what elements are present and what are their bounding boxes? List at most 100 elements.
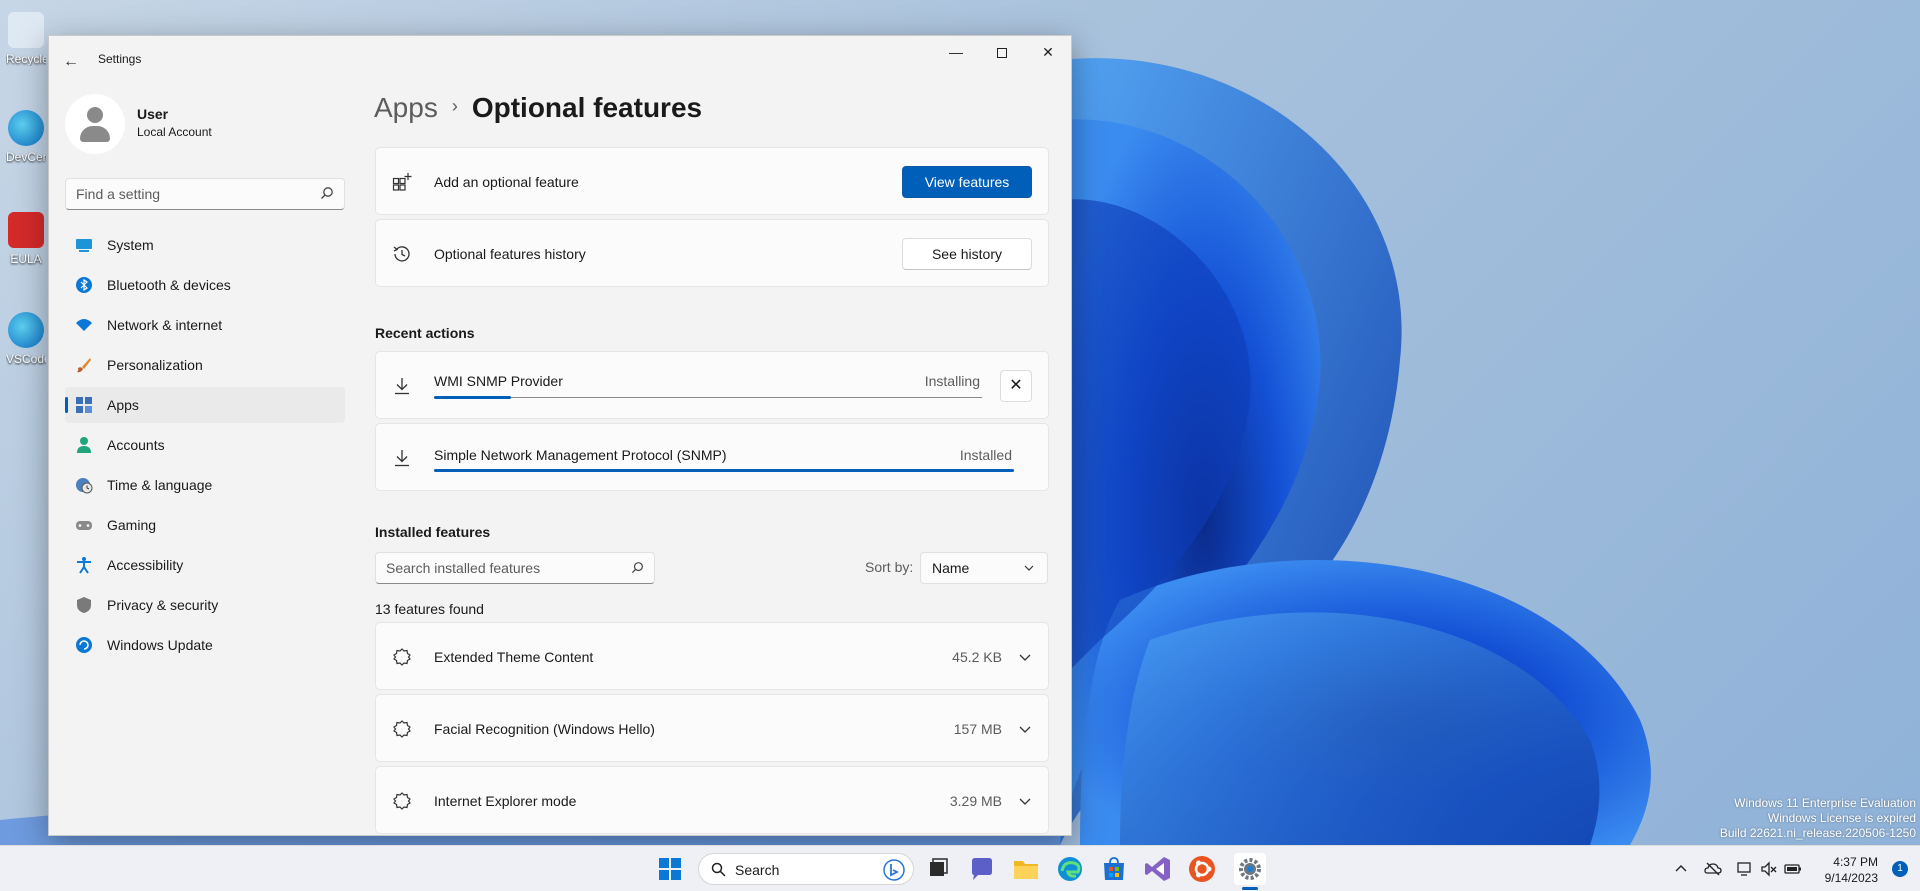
close-icon: ✕ — [1009, 377, 1023, 394]
sort-dropdown[interactable]: Name — [920, 552, 1048, 584]
wifi-icon — [76, 319, 92, 331]
minimize-button[interactable]: — — [933, 36, 979, 68]
settings-icon[interactable] — [1234, 853, 1266, 885]
title-bar: ← Settings — ✕ — [49, 36, 1071, 84]
action-feature-name: Simple Network Management Protocol (SNMP… — [434, 447, 727, 463]
feature-size: 3.29 MB — [949, 793, 1002, 809]
see-history-button[interactable]: See history — [902, 238, 1032, 270]
recycle-bin-icon — [8, 12, 44, 48]
sidebar-item-accessibility[interactable]: Accessibility — [65, 547, 345, 583]
chevron-down-icon[interactable] — [1018, 794, 1032, 808]
store-icon[interactable] — [1098, 853, 1130, 885]
desktop-icon-recycle-bin[interactable]: Recycle Bin — [6, 12, 46, 66]
desktop-icon-devcenter[interactable]: DevCenter — [6, 110, 46, 164]
search-installed-input[interactable] — [376, 553, 616, 583]
sidebar-item-label: Bluetooth & devices — [107, 277, 231, 293]
volume-icon[interactable] — [1760, 860, 1778, 878]
maximize-button[interactable] — [979, 36, 1025, 68]
chevron-right-icon: › — [451, 96, 458, 116]
sidebar-nav: System Bluetooth & devices Network & int… — [65, 227, 345, 667]
sidebar-item-time-language[interactable]: Time & language — [65, 467, 345, 503]
desktop-icon-label: VSCode — [6, 352, 46, 366]
watermark-line: Windows License is expired — [1767, 811, 1916, 825]
chevron-down-icon — [1024, 565, 1034, 571]
find-setting-box — [65, 178, 345, 210]
sidebar-item-label: Accounts — [107, 437, 165, 453]
search-installed-box — [375, 552, 655, 584]
start-icon[interactable] — [654, 853, 686, 885]
ubuntu-icon[interactable] — [1186, 853, 1218, 885]
battery-icon[interactable] — [1784, 860, 1802, 878]
breadcrumb-parent[interactable]: Apps — [374, 92, 438, 123]
progress-bar — [434, 396, 982, 399]
sidebar-item-label: Privacy & security — [107, 597, 219, 613]
sort-value: Name — [932, 560, 970, 576]
sidebar-item-network[interactable]: Network & internet — [65, 307, 345, 343]
system-icon — [76, 239, 92, 252]
history-card: Optional features history See history — [375, 219, 1049, 287]
recent-actions-heading: Recent actions — [375, 325, 475, 341]
add-feature-label: Add an optional feature — [434, 174, 579, 190]
view-features-button[interactable]: View features — [902, 166, 1032, 198]
action-status: Installing — [924, 373, 980, 389]
accounts-icon — [77, 437, 91, 453]
edge-icon[interactable] — [1054, 853, 1086, 885]
sidebar-item-apps[interactable]: Apps — [65, 387, 345, 423]
notification-badge[interactable]: 1 — [1892, 861, 1908, 877]
installed-feature-item[interactable]: Facial Recognition (Windows Hello) 157 M… — [375, 694, 1049, 762]
chevron-down-icon[interactable] — [1018, 722, 1032, 736]
sidebar-item-accounts[interactable]: Accounts — [65, 427, 345, 463]
close-button[interactable]: ✕ — [1025, 36, 1071, 68]
puzzle-gear-icon — [393, 720, 411, 738]
sidebar-item-bluetooth[interactable]: Bluetooth & devices — [65, 267, 345, 303]
sidebar-item-system[interactable]: System — [65, 227, 345, 263]
chevron-up-icon[interactable] — [1672, 860, 1690, 878]
task-view-icon[interactable] — [922, 853, 954, 885]
add-feature-icon — [392, 173, 412, 191]
teams-chat-icon[interactable] — [966, 853, 998, 885]
download-icon — [395, 378, 409, 395]
sidebar-item-personalization[interactable]: Personalization — [65, 347, 345, 383]
bing-icon — [883, 859, 905, 881]
globe-clock-icon — [76, 478, 93, 494]
sidebar-item-label: Apps — [107, 397, 139, 413]
puzzle-gear-icon — [393, 648, 411, 666]
installed-features-heading: Installed features — [375, 524, 491, 540]
user-name: User — [137, 106, 169, 122]
brush-icon — [77, 358, 91, 373]
system-clock[interactable]: 4:37 PM 9/14/2023 — [1825, 854, 1878, 886]
back-button[interactable]: ← — [59, 50, 83, 74]
sidebar-item-windows-update[interactable]: Windows Update — [65, 627, 345, 663]
edge-icon — [8, 312, 44, 348]
recent-action-item: WMI SNMP Provider Installing ✕ — [375, 351, 1049, 419]
network-icon[interactable] — [1736, 860, 1754, 878]
sidebar-item-gaming[interactable]: Gaming — [65, 507, 345, 543]
history-icon — [393, 246, 410, 262]
visual-studio-icon[interactable] — [1142, 853, 1174, 885]
evaluation-watermark: Windows 11 Enterprise Evaluation Windows… — [1720, 796, 1916, 841]
active-app-indicator — [1242, 887, 1258, 890]
feature-name: Facial Recognition (Windows Hello) — [434, 721, 655, 737]
installed-feature-item[interactable]: Extended Theme Content 45.2 KB — [375, 622, 1049, 690]
desktop-icon-label: EULA — [10, 252, 42, 266]
account-type: Local Account — [137, 125, 212, 139]
find-setting-input[interactable] — [66, 179, 306, 209]
desktop-icon-label: DevCenter — [6, 150, 46, 164]
feature-name: Internet Explorer mode — [434, 793, 577, 809]
taskbar: Search 4:37 PM 9/14/2023 1 — [0, 845, 1920, 891]
desktop-icon-vscode[interactable]: VSCode — [6, 312, 46, 366]
taskbar-search[interactable]: Search — [698, 853, 914, 885]
edge-dev-icon — [8, 110, 44, 146]
cancel-install-button[interactable]: ✕ — [1000, 370, 1032, 402]
installed-feature-item[interactable]: Internet Explorer mode 3.29 MB — [375, 766, 1049, 834]
onedrive-offline-icon[interactable] — [1704, 860, 1722, 878]
progress-fill — [434, 396, 511, 399]
desktop-icon-eula[interactable]: EULA — [6, 212, 46, 266]
file-explorer-icon[interactable] — [1010, 853, 1042, 885]
minimize-icon: — — [949, 44, 963, 60]
chevron-down-icon[interactable] — [1018, 650, 1032, 664]
avatar — [65, 94, 125, 154]
sidebar-item-privacy-security[interactable]: Privacy & security — [65, 587, 345, 623]
history-label: Optional features history — [434, 246, 586, 262]
clock-time: 4:37 PM — [1833, 855, 1878, 869]
